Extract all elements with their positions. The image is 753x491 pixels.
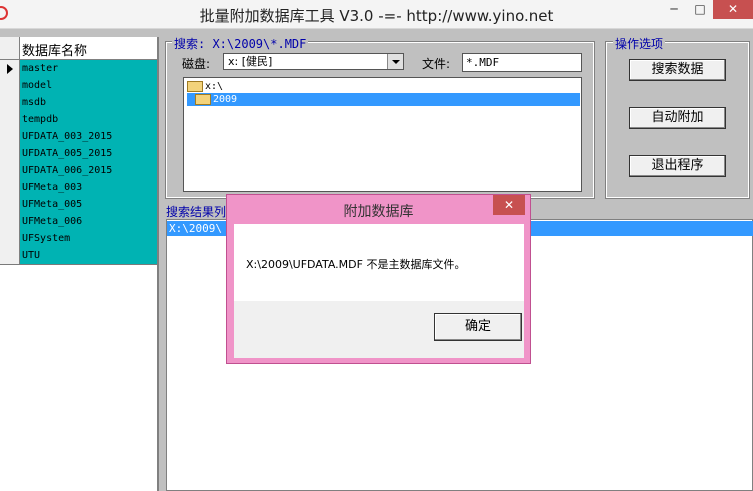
table-row[interactable]: UFMeta_005 bbox=[0, 196, 157, 214]
table-row[interactable]: msdb bbox=[0, 94, 157, 112]
table-cell[interactable]: model bbox=[20, 77, 157, 94]
dialog-footer: 确定 bbox=[234, 301, 524, 358]
row-indicator bbox=[0, 111, 20, 128]
dialog-message: X:\2009\UFDATA.MDF 不是主数据库文件。 bbox=[246, 258, 466, 271]
row-indicator bbox=[0, 196, 20, 213]
table-cell[interactable]: msdb bbox=[20, 94, 157, 111]
tree-node-selected[interactable]: 2009 bbox=[187, 93, 580, 106]
tree-node-label: 2009 bbox=[213, 94, 238, 105]
row-indicator bbox=[0, 145, 20, 162]
column-header-db-name: 数据库名称 bbox=[22, 44, 88, 59]
file-label: 文件: bbox=[422, 57, 451, 71]
dialog-body: X:\2009\UFDATA.MDF 不是主数据库文件。 bbox=[234, 224, 524, 301]
row-indicator bbox=[0, 179, 20, 196]
search-group-label: 搜索: X:\2009\*.MDF bbox=[172, 35, 309, 52]
row-indicator-header bbox=[0, 37, 20, 59]
options-group-label: 操作选项 bbox=[613, 35, 666, 52]
open-folder-icon bbox=[195, 93, 211, 105]
current-row-arrow-icon bbox=[7, 64, 13, 74]
database-grid[interactable]: 数据库名称 master model msdb tempdb UFDATA_00… bbox=[0, 37, 159, 491]
folder-tree[interactable]: x:\ 2009 bbox=[183, 77, 582, 192]
table-row[interactable]: UFSystem bbox=[0, 230, 157, 248]
table-row[interactable]: tempdb bbox=[0, 111, 157, 129]
file-pattern-input[interactable]: *.MDF bbox=[462, 53, 582, 72]
window-controls: ─ □ ✕ bbox=[661, 0, 753, 20]
row-indicator bbox=[0, 213, 20, 230]
row-indicator bbox=[0, 128, 20, 145]
grid-header: 数据库名称 bbox=[0, 37, 157, 60]
dialog-title: 附加数据库 bbox=[343, 204, 414, 220]
table-cell[interactable]: UFDATA_006_2015 bbox=[20, 162, 157, 179]
disk-select[interactable]: x: [健民] bbox=[223, 53, 404, 70]
table-cell[interactable]: tempdb bbox=[20, 111, 157, 128]
table-row[interactable]: UFMeta_003 bbox=[0, 179, 157, 197]
close-button[interactable]: ✕ bbox=[713, 0, 753, 19]
disk-label: 磁盘: bbox=[182, 57, 211, 71]
table-cell[interactable]: master bbox=[20, 60, 157, 77]
tree-node-label: x:\ bbox=[205, 81, 224, 92]
row-indicator bbox=[0, 230, 20, 247]
row-indicator bbox=[0, 60, 20, 77]
ok-button[interactable]: 确定 bbox=[434, 313, 522, 341]
row-indicator bbox=[0, 77, 20, 94]
table-cell[interactable]: UFMeta_003 bbox=[20, 179, 157, 196]
table-row[interactable]: UTU bbox=[0, 247, 157, 265]
title-bar: 批量附加数据库工具 V3.0 -=- http://www.yino.net ─… bbox=[0, 0, 753, 29]
tree-node-root[interactable]: x:\ bbox=[187, 80, 223, 93]
table-cell[interactable]: UFDATA_003_2015 bbox=[20, 128, 157, 145]
table-cell[interactable]: UTU bbox=[20, 247, 157, 264]
table-row[interactable]: master bbox=[0, 60, 157, 78]
table-cell[interactable]: UFDATA_005_2015 bbox=[20, 145, 157, 162]
table-row[interactable]: UFDATA_005_2015 bbox=[0, 145, 157, 163]
row-indicator bbox=[0, 94, 20, 111]
results-label: 搜索结果列 bbox=[166, 205, 227, 219]
table-row[interactable]: UFMeta_006 bbox=[0, 213, 157, 231]
folder-icon bbox=[187, 80, 203, 92]
table-row[interactable]: UFDATA_006_2015 bbox=[0, 162, 157, 180]
chevron-down-icon[interactable] bbox=[387, 54, 403, 69]
row-indicator bbox=[0, 162, 20, 179]
table-cell[interactable]: UFSystem bbox=[20, 230, 157, 247]
minimize-button[interactable]: ─ bbox=[661, 0, 687, 19]
message-dialog: 附加数据库 ✕ X:\2009\UFDATA.MDF 不是主数据库文件。 确定 bbox=[226, 194, 531, 364]
dialog-close-button[interactable]: ✕ bbox=[493, 195, 525, 215]
table-cell[interactable]: UFMeta_005 bbox=[20, 196, 157, 213]
auto-attach-button[interactable]: 自动附加 bbox=[629, 107, 726, 129]
row-indicator bbox=[0, 247, 20, 264]
table-row[interactable]: UFDATA_003_2015 bbox=[0, 128, 157, 146]
maximize-button[interactable]: □ bbox=[687, 0, 713, 19]
exit-button[interactable]: 退出程序 bbox=[629, 155, 726, 177]
search-data-button[interactable]: 搜索数据 bbox=[629, 59, 726, 81]
window-title: 批量附加数据库工具 V3.0 -=- http://www.yino.net bbox=[199, 7, 554, 25]
table-row[interactable]: model bbox=[0, 77, 157, 95]
disk-select-value: x: [健民] bbox=[228, 55, 273, 68]
table-cell[interactable]: UFMeta_006 bbox=[20, 213, 157, 230]
